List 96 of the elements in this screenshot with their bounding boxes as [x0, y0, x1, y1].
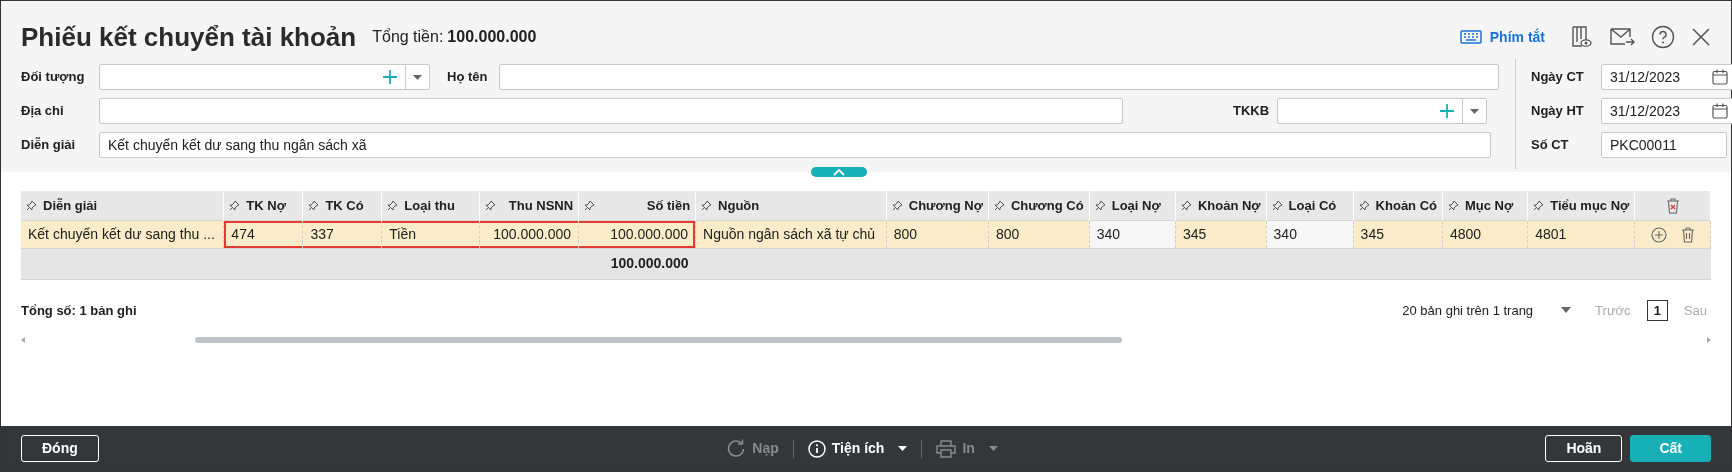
- table-cell: 800: [988, 220, 1090, 248]
- column-header[interactable]: Chương Nợ: [886, 191, 989, 220]
- table-cell: 4800: [1442, 220, 1528, 248]
- pin-icon[interactable]: [26, 199, 37, 211]
- total-cell: 100.000.000: [578, 248, 696, 279]
- table-cell: 337: [302, 220, 382, 248]
- caret-down-icon: [1470, 108, 1479, 114]
- total-value: 100.000.000: [447, 27, 537, 47]
- plus-icon[interactable]: [383, 70, 397, 84]
- combo-field[interactable]: [1277, 98, 1487, 124]
- table-cell: 345: [1175, 220, 1267, 248]
- pin-icon[interactable]: [1271, 199, 1283, 211]
- calendar-icon[interactable]: [1712, 103, 1728, 119]
- keyboard-icon: [1459, 30, 1482, 44]
- table-cell: 340: [1089, 220, 1176, 248]
- input-field[interactable]: PKC00011: [1601, 132, 1727, 158]
- table-cell: Tiền: [381, 220, 480, 248]
- combo-field[interactable]: [99, 64, 430, 90]
- refresh-icon: [726, 438, 747, 459]
- field-label: Số CT: [1531, 136, 1570, 155]
- caret-down-icon: [898, 446, 908, 451]
- table-cell: Nguồn ngân sách xã tự chủ: [695, 220, 887, 248]
- input-field[interactable]: [99, 98, 1123, 124]
- collapse-button[interactable]: [811, 167, 867, 177]
- pin-icon[interactable]: [891, 199, 903, 211]
- table-cell: Kết chuyển kết dư sang thu ...: [21, 220, 224, 248]
- column-header[interactable]: Chương Có: [988, 191, 1090, 220]
- caret-down-icon: [1561, 307, 1572, 314]
- field-label: Địa chỉ: [21, 102, 65, 121]
- page-size-select[interactable]: 20 bản ghi trên 1 trang: [1402, 300, 1572, 320]
- column-header[interactable]: Loại Nợ: [1089, 191, 1176, 220]
- column-header[interactable]: Thu NSNN: [479, 191, 579, 220]
- close-button[interactable]: Đóng: [21, 435, 99, 462]
- column-header[interactable]: Tiểu mục Nợ: [1527, 191, 1635, 220]
- table-cell: 800: [886, 220, 989, 248]
- date-field[interactable]: 31/12/2023: [1601, 64, 1732, 90]
- field-label: Ngày HT: [1531, 102, 1585, 121]
- column-header[interactable]: TK Nợ: [223, 191, 303, 220]
- input-field[interactable]: Kết chuyển kết dư sang thu ngân sách xã: [99, 132, 1491, 158]
- delete-all-icon[interactable]: [1665, 198, 1680, 215]
- field-label: Đối tượng: [21, 68, 86, 87]
- record-count: Tổng số: 1 bản ghi: [21, 301, 137, 320]
- pin-icon[interactable]: [993, 199, 1005, 211]
- delete-icon[interactable]: [1680, 226, 1695, 243]
- pin-icon[interactable]: [1448, 199, 1459, 211]
- field-label: Diễn giải: [21, 136, 77, 155]
- table-cell: 100.000.000: [578, 220, 696, 248]
- field-label: Họ tên: [447, 68, 489, 87]
- pin-icon[interactable]: [701, 199, 713, 211]
- postpone-button[interactable]: Hoãn: [1545, 435, 1623, 462]
- input-field[interactable]: [499, 64, 1499, 90]
- close-icon[interactable]: [1691, 27, 1711, 47]
- column-header[interactable]: Mục Nợ: [1442, 191, 1528, 220]
- column-header[interactable]: Loại Có: [1266, 191, 1354, 220]
- pin-icon[interactable]: [308, 199, 320, 211]
- horizontal-scrollbar[interactable]: [21, 335, 1711, 345]
- window-title: Phiếu kết chuyển tài khoản: [21, 20, 357, 54]
- column-header[interactable]: Diễn giải: [21, 191, 224, 220]
- scroll-thumb[interactable]: [195, 337, 1122, 343]
- table-cell: 340: [1266, 220, 1354, 248]
- column-header[interactable]: Khoản Nợ: [1175, 191, 1267, 220]
- column-header[interactable]: TK Có: [302, 191, 382, 220]
- table-cell: 474: [223, 220, 303, 248]
- plus-icon[interactable]: [1440, 104, 1454, 118]
- table-cell: 100.000.000: [479, 220, 579, 248]
- pin-icon[interactable]: [1180, 199, 1192, 211]
- total-label: Tổng tiền:: [372, 27, 444, 47]
- help-icon[interactable]: [1651, 25, 1675, 49]
- info-icon: [807, 439, 826, 458]
- chevron-up-icon: [833, 168, 845, 176]
- shortcut-link[interactable]: Phím tắt: [1459, 26, 1545, 48]
- pin-icon[interactable]: [1533, 199, 1545, 211]
- caret-down-icon: [988, 446, 998, 451]
- page-number[interactable]: 1: [1646, 299, 1668, 321]
- calendar-icon[interactable]: [1712, 69, 1728, 85]
- pin-icon[interactable]: [584, 199, 596, 211]
- pin-icon[interactable]: [1358, 199, 1370, 211]
- pin-icon[interactable]: [1094, 199, 1106, 211]
- field-label: TKKB: [1233, 102, 1271, 121]
- caret-down-icon: [413, 74, 422, 80]
- column-header[interactable]: Số tiền: [578, 191, 696, 220]
- field-label: Ngày CT: [1531, 68, 1585, 87]
- printer-icon: [936, 439, 957, 458]
- column-header[interactable]: Loại thu: [381, 191, 480, 220]
- table-cell: 4801: [1527, 220, 1635, 248]
- column-header[interactable]: Khoản Có: [1353, 191, 1443, 220]
- pin-icon[interactable]: [484, 199, 496, 211]
- toolbar-button[interactable]: Tiện ích: [801, 438, 914, 459]
- pin-icon[interactable]: [229, 199, 241, 211]
- table-cell: 345: [1353, 220, 1443, 248]
- add-row-icon[interactable]: [1650, 226, 1667, 243]
- date-field[interactable]: 31/12/2023: [1601, 98, 1732, 124]
- book-eye-icon[interactable]: [1569, 25, 1593, 49]
- pin-icon[interactable]: [387, 199, 399, 211]
- mail-forward-icon[interactable]: [1609, 26, 1635, 48]
- column-header[interactable]: Nguồn: [695, 191, 887, 220]
